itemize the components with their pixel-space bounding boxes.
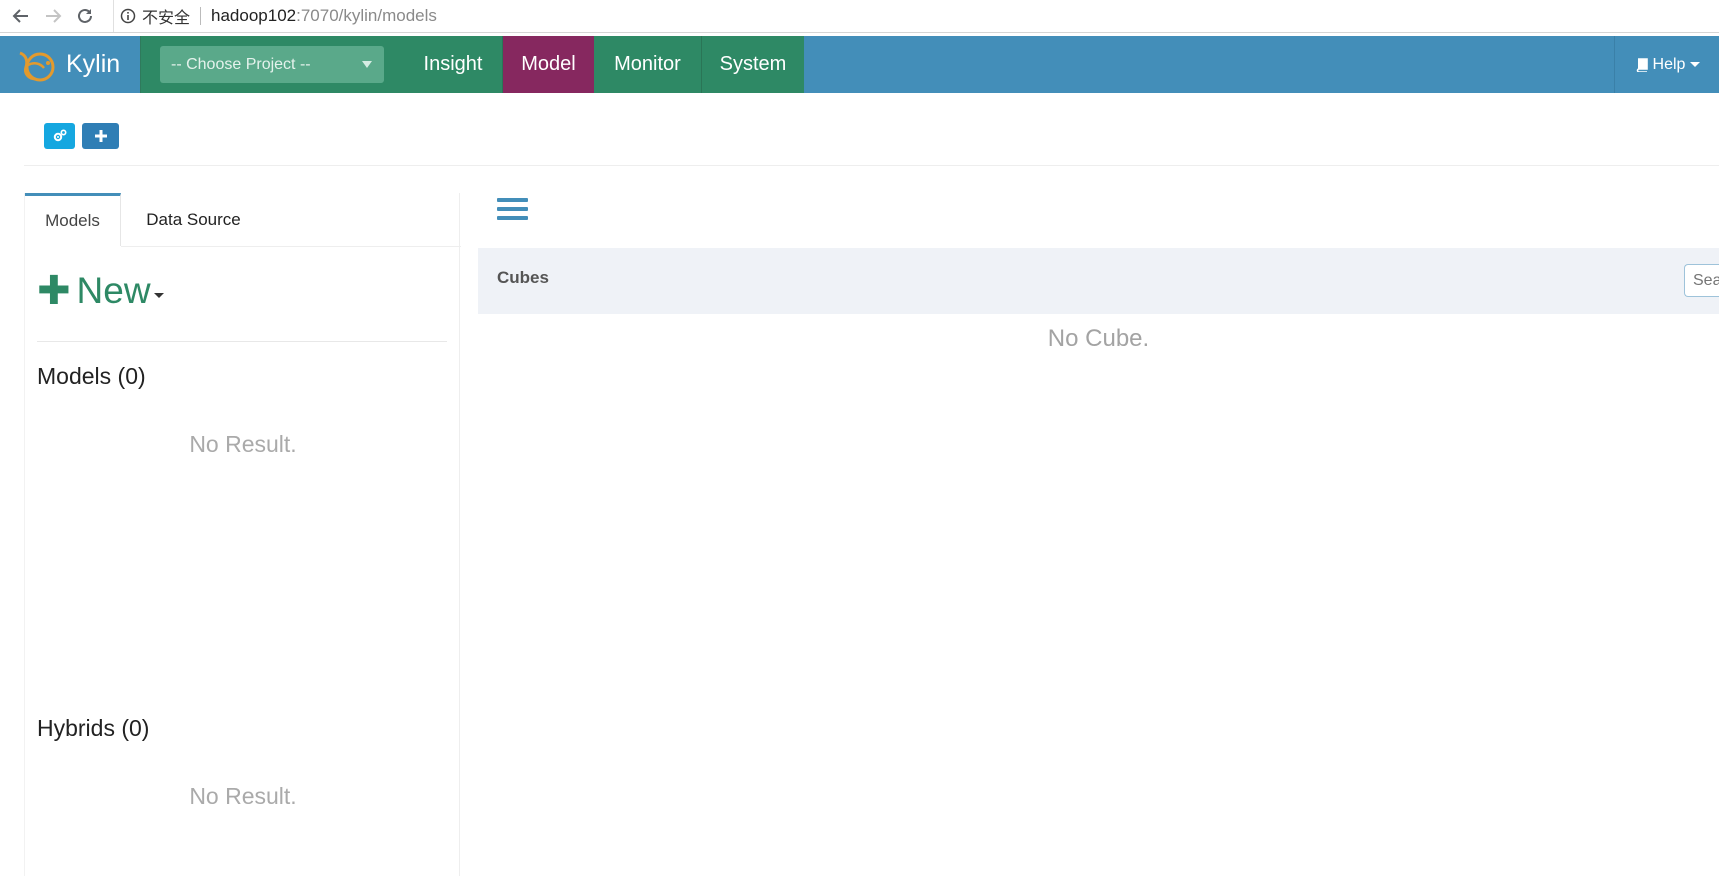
info-icon xyxy=(120,8,136,24)
arrow-left-icon xyxy=(12,9,28,23)
nav-monitor[interactable]: Monitor xyxy=(594,36,701,93)
models-empty-text: No Result. xyxy=(189,431,297,457)
hamburger-icon-bar xyxy=(497,207,528,211)
chevron-down-icon xyxy=(1690,62,1701,67)
new-dropdown-button[interactable]: ✚ New xyxy=(37,266,164,316)
left-panel: Models Data Source ✚ New Models (0) No R… xyxy=(24,193,461,876)
settings-button[interactable] xyxy=(44,123,75,149)
kylin-logo-icon xyxy=(19,51,55,81)
hamburger-icon-bar xyxy=(497,216,528,220)
brand[interactable]: Kylin xyxy=(0,36,140,93)
add-button[interactable] xyxy=(82,123,119,149)
section-divider xyxy=(37,341,447,342)
brand-name: Kylin xyxy=(66,50,121,78)
project-select[interactable]: -- Choose Project -- xyxy=(160,46,384,83)
help-menu[interactable]: Help xyxy=(1614,36,1719,93)
project-selector-container: -- Choose Project -- xyxy=(140,36,404,93)
forward-button[interactable] xyxy=(40,3,66,29)
hybrids-empty-text: No Result. xyxy=(189,783,297,809)
cubes-header: Cubes xyxy=(478,248,1719,314)
cubes-title: Cubes xyxy=(497,268,549,287)
arrow-right-icon xyxy=(46,9,62,23)
book-icon xyxy=(1636,57,1648,72)
reload-button[interactable] xyxy=(72,3,98,29)
url-separator xyxy=(200,7,202,25)
project-select-value: -- Choose Project -- xyxy=(171,55,311,73)
hamburger-icon xyxy=(497,198,528,202)
tab-models[interactable]: Models xyxy=(25,193,121,246)
app-header: Kylin -- Choose Project -- Insight Model… xyxy=(0,36,1719,93)
url-host: hadoop102 xyxy=(211,6,297,25)
reload-icon xyxy=(78,8,92,23)
help-label: Help xyxy=(1652,55,1686,73)
url-path: :7070/kylin/models xyxy=(296,6,437,25)
hybrids-heading: Hybrids (0) xyxy=(37,715,150,741)
plus-icon: ✚ xyxy=(37,269,71,313)
security-label: 不安全 xyxy=(142,10,191,27)
caret-down-icon xyxy=(153,292,164,298)
back-button[interactable] xyxy=(8,3,34,29)
new-label: New xyxy=(76,270,151,311)
nav-insight[interactable]: Insight xyxy=(404,36,502,93)
toolbar-divider xyxy=(24,165,1719,166)
cube-search-input[interactable] xyxy=(1684,264,1719,297)
menu-toggle-button[interactable] xyxy=(497,198,528,224)
cubes-empty-text: No Cube. xyxy=(1047,325,1150,352)
address-bar[interactable]: 不安全 hadoop102:7070/kylin/models xyxy=(113,0,1719,32)
chevron-down-icon xyxy=(362,61,372,68)
browser-toolbar: 不安全 hadoop102:7070/kylin/models xyxy=(0,0,1719,33)
nav-model[interactable]: Model xyxy=(503,36,594,93)
nav-system[interactable]: System xyxy=(702,36,804,93)
tab-data-source[interactable]: Data Source xyxy=(121,193,266,246)
models-heading: Models (0) xyxy=(37,363,146,389)
tab-underline xyxy=(121,246,461,247)
settings-icon xyxy=(53,129,67,142)
plus-icon xyxy=(94,130,107,142)
